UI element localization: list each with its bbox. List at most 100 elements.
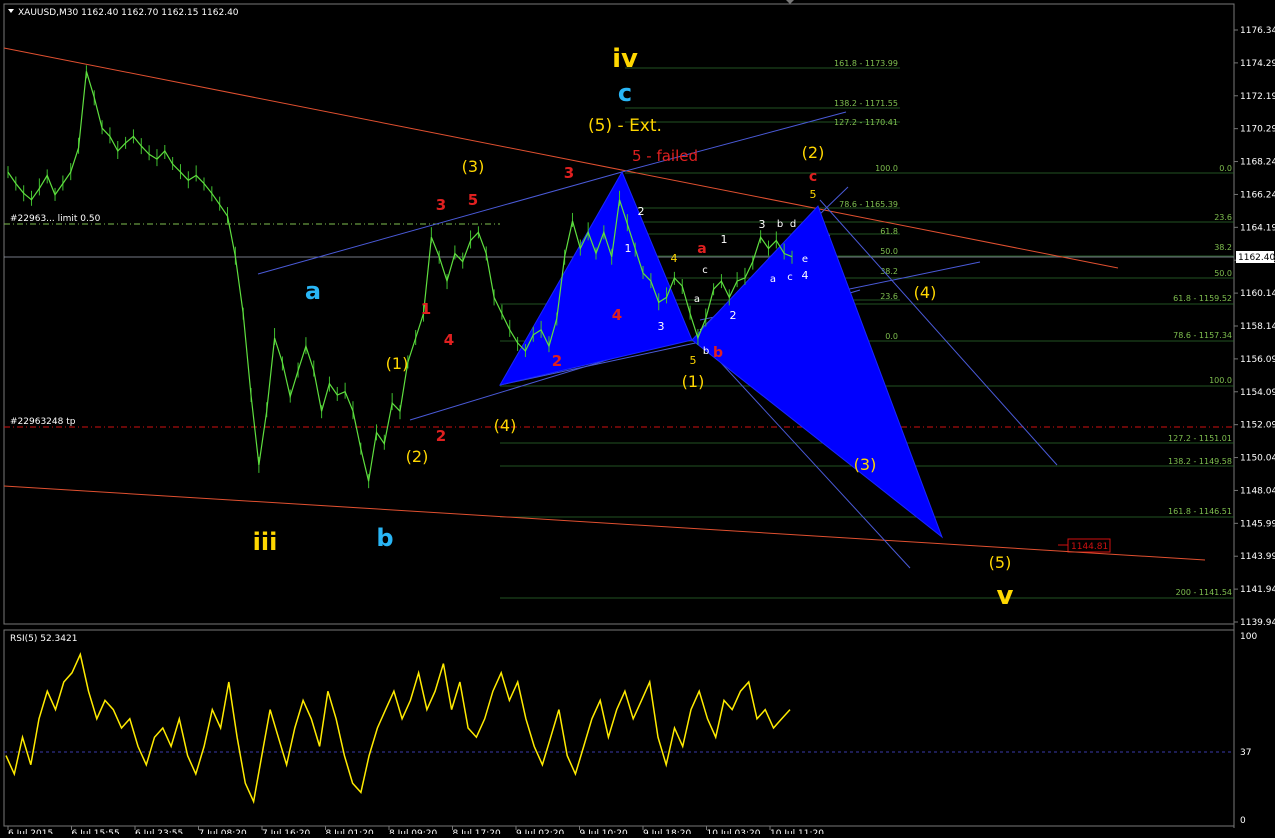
price-tick-label: 1152.09 [1240, 421, 1275, 431]
price-tick-label: 1172.19 [1240, 92, 1275, 102]
fib-label: 50.0 [880, 247, 898, 256]
sub-a: a [694, 294, 700, 305]
time-tick-label: 9 Jul 10:20 [580, 829, 629, 834]
price-tick-label: 1156.09 [1240, 355, 1275, 365]
fib-label: 61.8 - 1159.52 [1173, 294, 1232, 303]
current-price-text: 1162.40 [1238, 253, 1275, 263]
price-tick-label: 1139.94 [1240, 618, 1275, 628]
price-tick-label: 1164.19 [1240, 223, 1275, 233]
wave-w3b: 3 [759, 218, 766, 231]
rsi-tick-label: 100 [1240, 632, 1257, 642]
wave-5-ext: (5) - Ext. [588, 116, 662, 136]
fib-label: 78.6 - 1157.34 [1173, 331, 1232, 340]
target-text: 1144.81 [1071, 542, 1108, 552]
wave-p4-right: (4) [914, 283, 937, 302]
wave-p5-right: (5) [989, 553, 1012, 572]
sub-b: b [703, 346, 709, 357]
time-tick-label: 8 Jul 09:20 [389, 829, 438, 834]
wave-r4: 4 [444, 331, 454, 349]
sub-a2: a [770, 274, 776, 285]
wave-a: a [305, 277, 321, 305]
wave-p3: (3) [462, 157, 485, 176]
rsi-panel[interactable] [3, 629, 1235, 827]
wave-w5b: 5 [810, 188, 817, 201]
fib-label: 161.8 - 1173.99 [834, 59, 898, 68]
trading-chart[interactable]: XAUUSD,M30 1162.40 1162.70 1162.15 1162.… [0, 0, 1275, 838]
wave-p3-right: (3) [854, 455, 877, 474]
limit-order-label: #22963... limit 0.50 [10, 214, 101, 224]
sub-c2: c [787, 272, 793, 283]
fib-label: 138.2 - 1171.55 [834, 99, 898, 108]
sub-b2: b [777, 219, 783, 230]
rsi-tick-label: 37 [1240, 748, 1251, 758]
price-tick-label: 1160.14 [1240, 289, 1275, 299]
time-tick-label: 8 Jul 17:20 [453, 829, 502, 834]
price-tick-label: 1141.94 [1240, 585, 1275, 595]
time-tick-label: 9 Jul 18:20 [643, 829, 692, 834]
wave-b-red: b [713, 345, 723, 361]
wave-5-failed: 5 - failed [632, 147, 698, 165]
symbol-header: XAUUSD,M30 1162.40 1162.70 1162.15 1162.… [18, 8, 239, 18]
price-axis: 1176.34 1174.29 1172.19 1170.29 1168.24 1166.… [1234, 26, 1275, 628]
fib-label: 0.0 [885, 332, 898, 341]
price-tick-label: 1148.04 [1240, 486, 1275, 496]
wave-r4b: 4 [612, 306, 622, 324]
wave-r3: 3 [436, 196, 446, 214]
fib-label: 50.0 [1214, 269, 1232, 278]
time-tick-label: 9 Jul 02:20 [516, 829, 565, 834]
time-tick-label: 8 Jul 01:20 [326, 829, 375, 834]
wave-iv: iv [612, 44, 638, 74]
wave-p2: (2) [406, 447, 429, 466]
fib-label: 38.2 [1214, 243, 1232, 252]
fib-label: 78.6 - 1165.39 [839, 200, 898, 209]
wave-p4: (4) [494, 416, 517, 435]
rsi-header: RSI(5) 52.3421 [10, 634, 77, 644]
price-tick-label: 1158.14 [1240, 322, 1275, 332]
wave-v: v [997, 581, 1014, 611]
wave-b: b [376, 524, 393, 552]
time-tick-label: 6 Jul 2015 [8, 829, 53, 834]
fib-label: 38.2 [880, 267, 898, 276]
fib-label: 0.0 [1219, 164, 1232, 173]
price-tick-label: 1174.29 [1240, 59, 1275, 69]
sub-e: e [802, 254, 808, 265]
price-tick-label: 1143.99 [1240, 552, 1275, 562]
wave-w5: 5 [690, 354, 697, 367]
sub-c: c [702, 265, 708, 276]
wave-w4: 4 [671, 252, 678, 265]
fib-label: 127.2 - 1170.41 [834, 118, 898, 127]
wave-r1: 1 [421, 300, 431, 318]
fib-label: 127.2 - 1151.01 [1168, 434, 1232, 443]
chart-canvas[interactable]: XAUUSD,M30 1162.40 1162.70 1162.15 1162.… [0, 0, 1275, 838]
fib-label: 100.0 [875, 164, 898, 173]
price-tick-label: 1150.04 [1240, 454, 1275, 464]
wave-c: c [618, 79, 632, 107]
price-tick-label: 1154.09 [1240, 388, 1275, 398]
wave-r2b: 2 [552, 352, 562, 370]
price-tick-label: 1145.99 [1240, 519, 1275, 529]
wave-p2-right: (2) [802, 143, 825, 162]
wave-p1-right: (1) [682, 372, 705, 391]
fib-label: 61.8 [880, 227, 898, 236]
time-axis: 6 Jul 2015 6 Jul 15:55 6 Jul 23:55 7 Jul 08… [7, 826, 824, 838]
wave-a-red: a [697, 241, 706, 257]
fib-label: 23.6 [1214, 213, 1232, 222]
price-tick-label: 1166.24 [1240, 190, 1275, 200]
wave-w2: 2 [638, 205, 645, 218]
wave-w1b: 1 [721, 233, 728, 246]
time-tick-label: 10 Jul 11:20 [770, 829, 824, 834]
scroll-marker-icon[interactable] [786, 0, 794, 4]
rsi-tick-label: 0 [1240, 816, 1246, 826]
fib-label: 23.6 [880, 292, 898, 301]
price-tick-label: 1176.34 [1240, 26, 1275, 36]
tp-label: #22963248 tp [10, 417, 76, 427]
wave-r3b: 3 [564, 164, 574, 182]
time-tick-label: 7 Jul 08:20 [199, 829, 248, 834]
fib-label: 200 - 1141.54 [1176, 588, 1232, 597]
wave-w2b: 2 [730, 309, 737, 322]
wave-r2: 2 [436, 427, 446, 445]
fib-label: 138.2 - 1149.58 [1168, 457, 1232, 466]
time-tick-label: 7 Jul 16:20 [262, 829, 311, 834]
price-tick-label: 1170.29 [1240, 125, 1275, 135]
sub-d: d [790, 219, 796, 230]
